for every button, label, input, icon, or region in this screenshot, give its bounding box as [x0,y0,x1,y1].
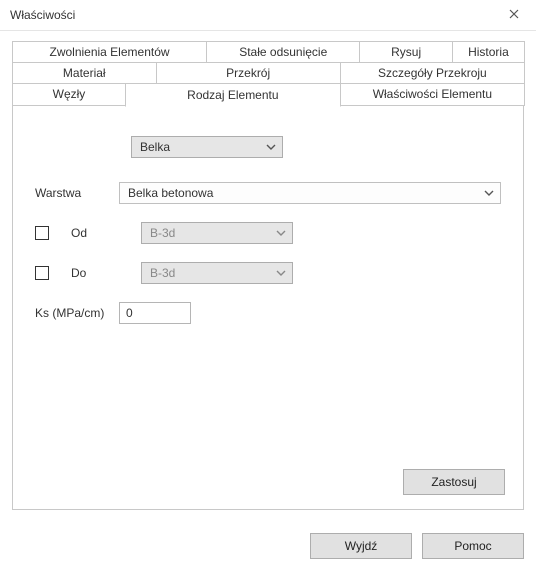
apply-label: Zastosuj [431,475,476,489]
to-select[interactable]: B-3d [141,262,293,284]
titlebar: Właściwości [0,0,536,31]
tab-material[interactable]: Materiał [12,62,157,83]
to-checkbox[interactable] [35,266,49,280]
layer-label: Warstwa [35,186,119,200]
tab-element-type[interactable]: Rodzaj Elementu [125,83,341,107]
from-label: Od [57,226,141,240]
to-label: Do [57,266,141,280]
tab-offset[interactable]: Stałe odsunięcie [206,41,360,62]
layer-select[interactable]: Belka betonowa [119,182,501,204]
dialog-footer: Wyjdź Pomoc [310,533,524,559]
chevron-down-icon [266,144,276,150]
chevron-down-icon [276,270,286,276]
tabstrip: Zwolnienia Elementów Stałe odsunięcie Ry… [12,41,524,510]
from-select[interactable]: B-3d [141,222,293,244]
close-button[interactable] [492,0,536,30]
tab-history[interactable]: Historia [452,41,525,62]
tab-draw[interactable]: Rysuj [359,41,452,62]
tab-releases[interactable]: Zwolnienia Elementów [12,41,207,62]
tab-section[interactable]: Przekrój [156,62,341,83]
ks-value: 0 [126,306,133,320]
chevron-down-icon [484,190,494,196]
ks-input[interactable]: 0 [119,302,191,324]
tab-section-details[interactable]: Szczegóły Przekroju [340,62,525,83]
element-type-value: Belka [140,140,170,154]
close-icon [509,8,519,22]
exit-label: Wyjdź [345,539,378,553]
tab-panel: Belka Warstwa Belka betonowa Od [12,105,524,510]
to-value: B-3d [150,266,175,280]
element-type-select[interactable]: Belka [131,136,283,158]
from-checkbox[interactable] [35,226,49,240]
chevron-down-icon [276,230,286,236]
window-title: Właściwości [10,8,492,22]
apply-button[interactable]: Zastosuj [403,469,505,495]
exit-button[interactable]: Wyjdź [310,533,412,559]
tab-element-properties[interactable]: Właściwości Elementu [340,83,525,106]
tab-nodes[interactable]: Węzły [12,83,126,106]
from-value: B-3d [150,226,175,240]
layer-value: Belka betonowa [128,186,213,200]
help-button[interactable]: Pomoc [422,533,524,559]
window-body: Zwolnienia Elementów Stałe odsunięcie Ry… [0,31,536,510]
help-label: Pomoc [454,539,491,553]
ks-label: Ks (MPa/cm) [35,306,119,320]
